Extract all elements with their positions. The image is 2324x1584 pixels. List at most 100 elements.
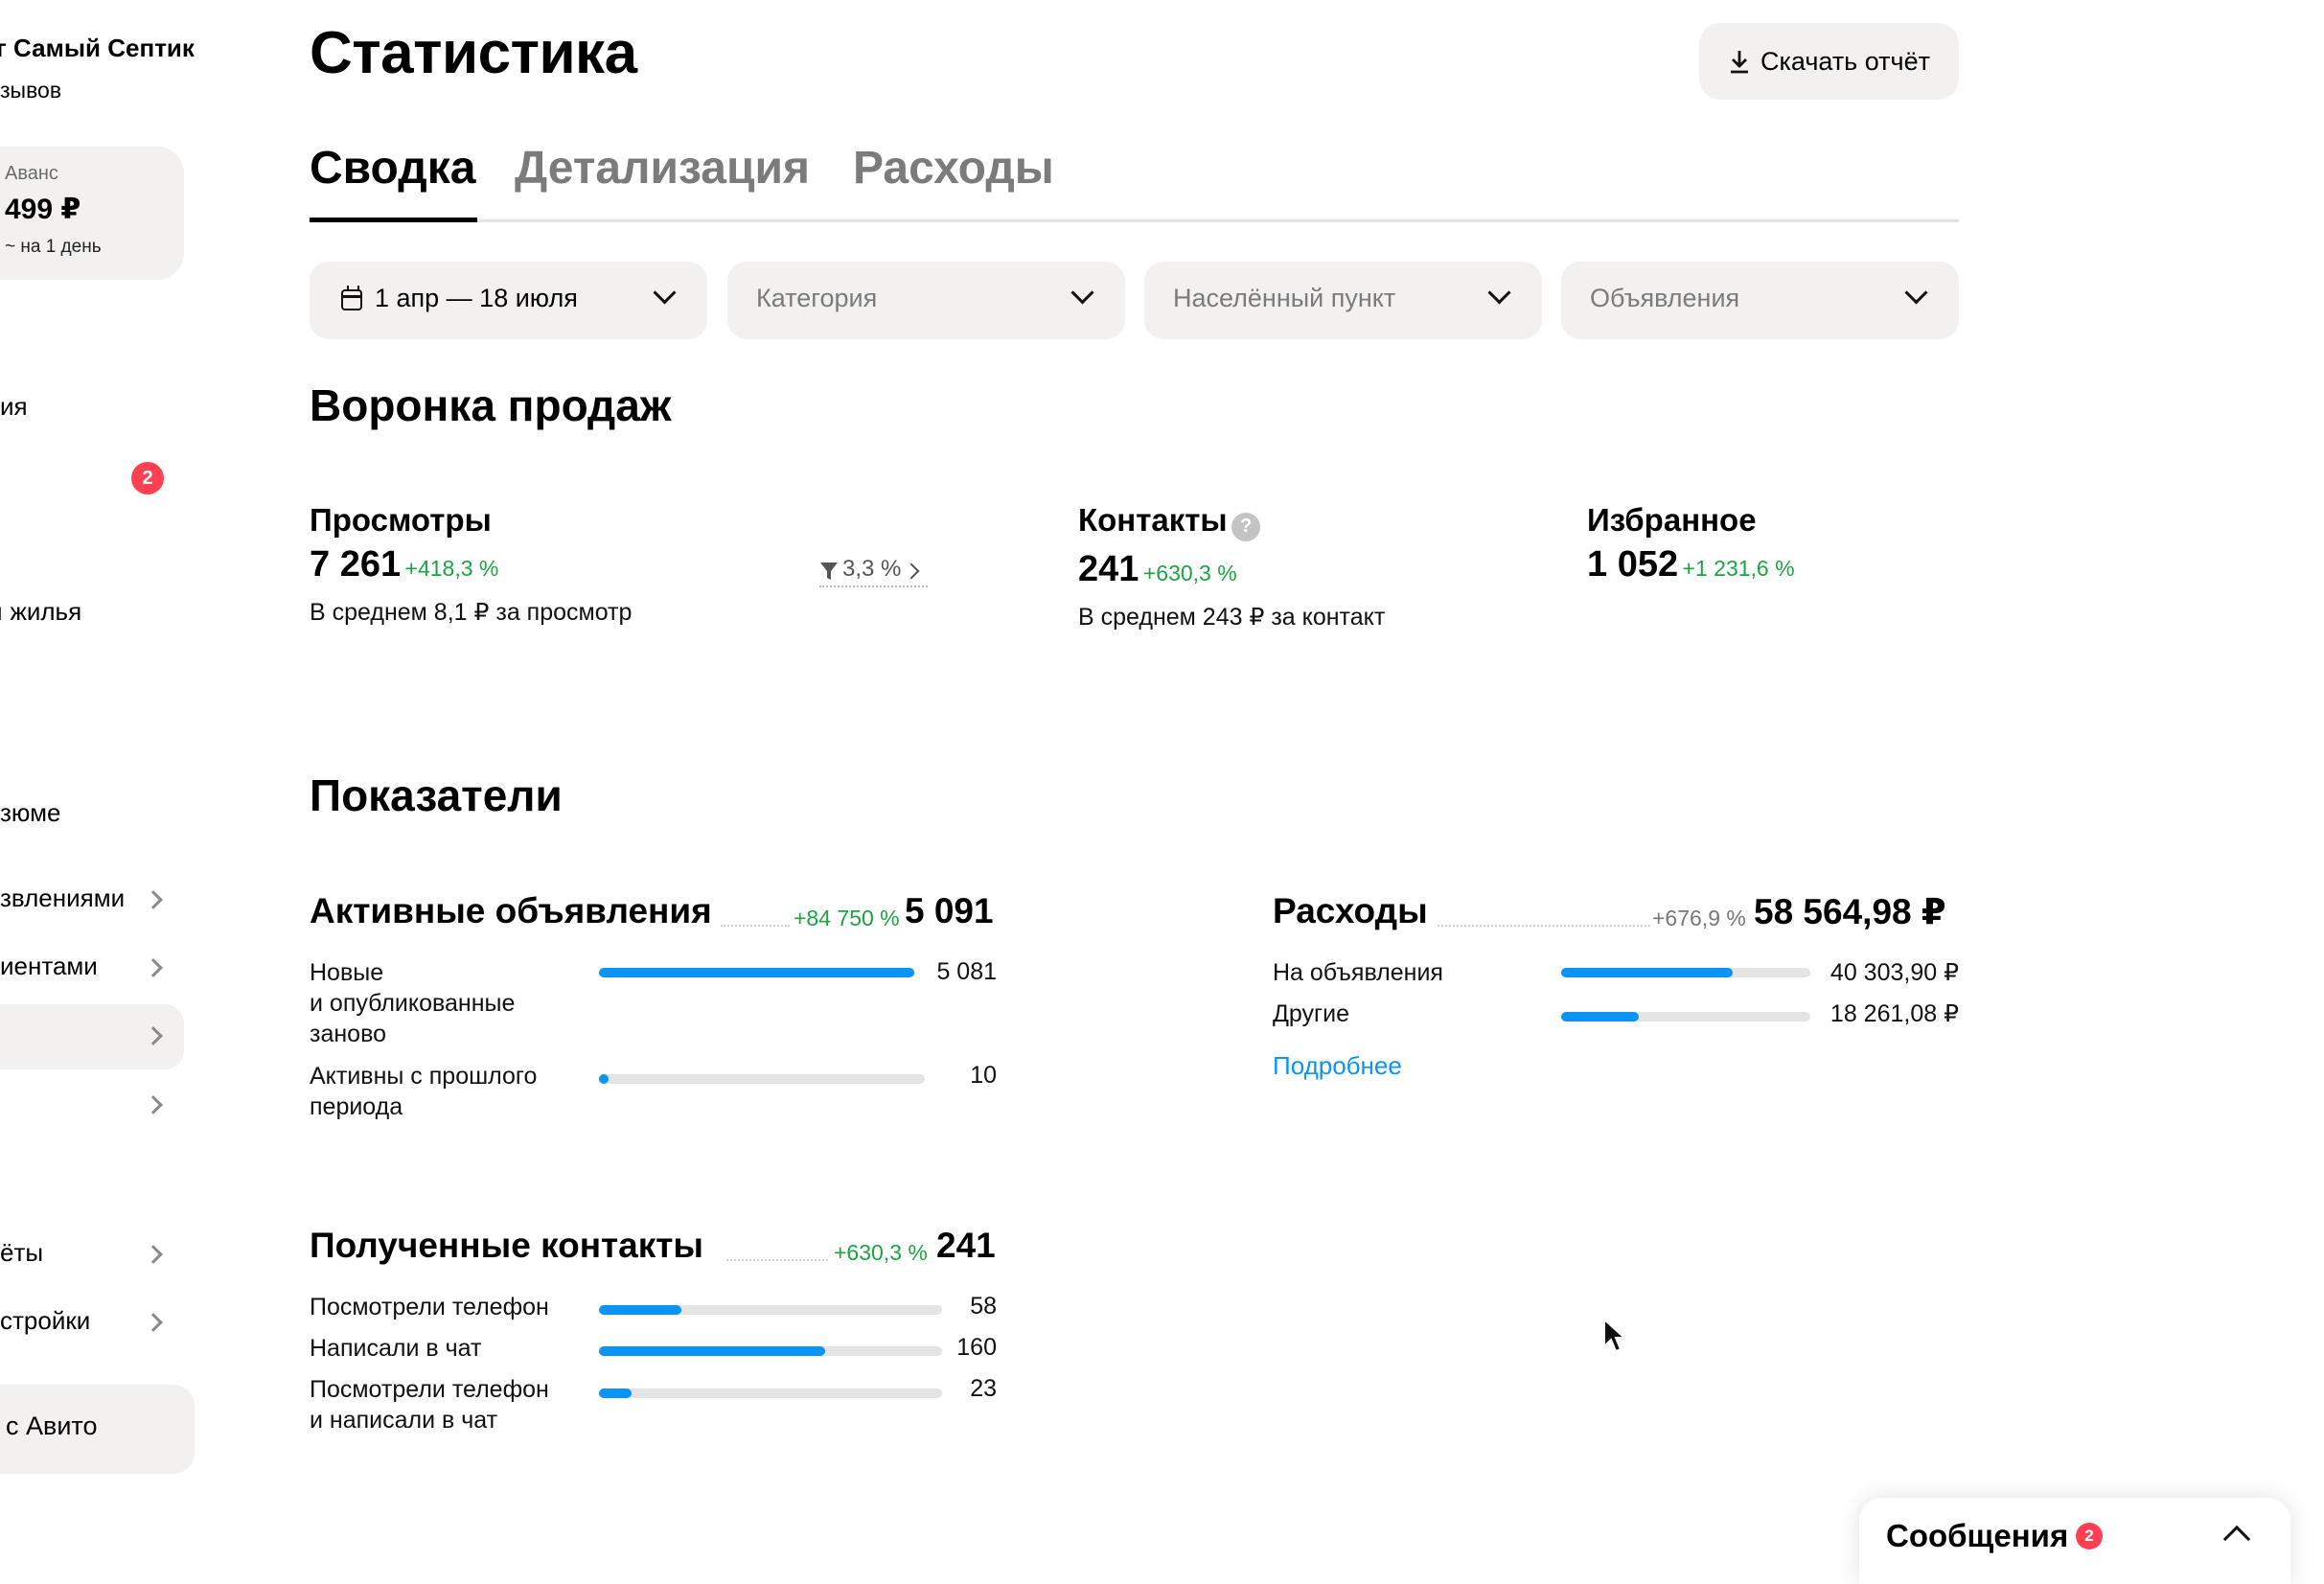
contacts-header: Контакты ?	[1078, 502, 1261, 541]
chevron-down-icon	[1487, 281, 1511, 305]
chevron-right-icon[interactable]	[144, 1095, 163, 1114]
expenses-more-link[interactable]: Подробнее	[1273, 1051, 1402, 1081]
help-icon[interactable]: ?	[1231, 512, 1261, 541]
views-delta: +418,3 %	[404, 556, 499, 581]
active-ads-row-label: Новые и опубликованные заново	[310, 959, 516, 1047]
expenses-row-label: Другие	[1273, 1000, 1350, 1027]
active-ads-row-value: 10	[970, 1062, 997, 1089]
chevron-right-icon	[903, 562, 920, 580]
received-contacts-total: 241	[936, 1226, 996, 1265]
progress-fill	[599, 1389, 632, 1398]
chevron-right-icon	[144, 1245, 163, 1264]
messages-widget[interactable]: Сообщения 2	[1859, 1498, 2290, 1584]
received-contacts-delta: +630,3 %	[834, 1240, 928, 1265]
download-icon	[1731, 51, 1748, 74]
expenses-row-value: 40 303,90 ₽	[1829, 959, 1959, 986]
tab-details[interactable]: Детализация	[515, 142, 810, 195]
calendar-icon	[341, 286, 362, 310]
progress-bar	[599, 968, 915, 977]
favorites-delta: +1 231,6 %	[1682, 556, 1795, 581]
received-contacts-row-label: Посмотрели телефон и написали в чат	[310, 1376, 549, 1434]
contacts-metric: 241 +630,3 %	[1078, 549, 1237, 590]
chevron-down-icon	[653, 281, 677, 305]
page-title: Статистика	[310, 20, 637, 86]
views-value: 7 261	[310, 544, 402, 585]
chevron-up-icon[interactable]	[2222, 1525, 2251, 1553]
leader-dots	[1438, 925, 1650, 927]
received-contacts-title: Полученные контакты	[310, 1226, 703, 1265]
received-contacts-row-value: 23	[970, 1375, 997, 1402]
progress-fill	[599, 1305, 681, 1315]
messages-badge: 2	[2076, 1523, 2103, 1550]
sidebar-item[interactable]: стройки	[0, 1306, 90, 1336]
contacts-sub: В среднем 243 ₽ за контакт	[1078, 604, 1386, 631]
sidebar-item[interactable]: звлениями	[0, 884, 125, 913]
progress-fill	[599, 1346, 826, 1356]
progress-bar	[1561, 968, 1810, 977]
favorites-title: Избранное	[1587, 502, 1757, 538]
active-tab-indicator	[310, 218, 477, 222]
received-contacts-row-value: 160	[956, 1334, 997, 1361]
contacts-title: Контакты	[1078, 502, 1228, 538]
city-filter[interactable]: Населённый пункт	[1144, 262, 1542, 339]
sidebar-item[interactable]: зюме	[0, 798, 60, 828]
mouse-cursor-icon	[1603, 1318, 1627, 1353]
ads-placeholder: Объявления	[1590, 284, 1740, 312]
indicators-heading: Показатели	[310, 770, 563, 820]
ads-filter[interactable]: Объявления	[1561, 262, 1959, 339]
funnel-heading: Воронка продаж	[310, 380, 672, 430]
messages-label: Сообщения	[1886, 1518, 2069, 1553]
favorites-metric: 1 052 +1 231,6 %	[1587, 544, 1795, 585]
expenses-delta: +676,9 %	[1652, 906, 1746, 930]
contacts-value: 241	[1078, 549, 1139, 589]
sidebar-bottom-button[interactable]: с Авито	[0, 1385, 195, 1474]
received-contacts-row-label: Посмотрели телефон	[310, 1294, 549, 1320]
sidebar-item[interactable]: ı жилья	[0, 597, 81, 627]
conversion-link[interactable]: 3,3 %	[819, 554, 928, 587]
date-range-filter[interactable]: 1 апр — 18 июля	[310, 262, 707, 339]
progress-bar	[1561, 1012, 1810, 1022]
views-metric: 7 261 +418,3 %	[310, 544, 498, 585]
active-ads-title: Активные объявления	[310, 891, 712, 930]
advance-sub: ~ на 1 день	[5, 237, 102, 257]
chevron-down-icon	[1904, 281, 1928, 305]
expenses-row-value: 18 261,08 ₽	[1829, 1000, 1959, 1027]
sidebar-notification-badge: 2	[131, 462, 164, 494]
leader-dots	[721, 925, 790, 927]
company-name[interactable]: г Самый Септик	[0, 34, 195, 63]
sidebar-item[interactable]: ия	[0, 392, 28, 422]
tabs-bar: Сводка Детализация Расходы	[310, 134, 1959, 222]
progress-fill	[1561, 968, 1734, 977]
sidebar-item[interactable]: иентами	[0, 952, 98, 981]
download-report-button[interactable]: Скачать отчёт	[1699, 23, 1959, 100]
chevron-right-icon	[144, 890, 163, 909]
tab-summary[interactable]: Сводка	[310, 142, 475, 195]
advance-value: 499 ₽	[5, 194, 81, 225]
sidebar-item[interactable]: ёты	[0, 1238, 43, 1268]
active-ads-row-value: 5 081	[936, 958, 997, 985]
expenses-title: Расходы	[1273, 891, 1428, 930]
date-range-value: 1 апр — 18 июля	[375, 284, 578, 312]
active-ads-delta: +84 750 %	[794, 906, 900, 930]
conversion-value: 3,3 %	[842, 556, 902, 582]
views-title: Просмотры	[310, 502, 492, 538]
sidebar-bottom-label: с Авито	[6, 1412, 98, 1440]
progress-bar	[599, 1305, 942, 1315]
advance-card[interactable]: Аванс 499 ₽ ~ на 1 день	[0, 147, 184, 280]
active-ads-total: 5 091	[905, 891, 994, 930]
received-contacts-row-value: 58	[970, 1293, 997, 1320]
chevron-down-icon	[1070, 281, 1094, 305]
expenses-row-label: На объявления	[1273, 959, 1443, 986]
progress-bar	[599, 1074, 925, 1084]
expenses-total: 58 564,98 ₽	[1754, 892, 1946, 931]
chevron-right-icon	[144, 958, 163, 977]
leader-dots	[726, 1259, 828, 1261]
favorites-value: 1 052	[1587, 544, 1679, 585]
filter-funnel-icon	[820, 562, 838, 580]
download-report-label: Скачать отчёт	[1760, 46, 1930, 76]
reviews-link[interactable]: зывов	[0, 78, 61, 103]
category-filter[interactable]: Категория	[727, 262, 1125, 339]
tab-expenses[interactable]: Расходы	[853, 142, 1054, 195]
received-contacts-row-label: Написали в чат	[310, 1335, 482, 1362]
category-placeholder: Категория	[756, 284, 878, 312]
